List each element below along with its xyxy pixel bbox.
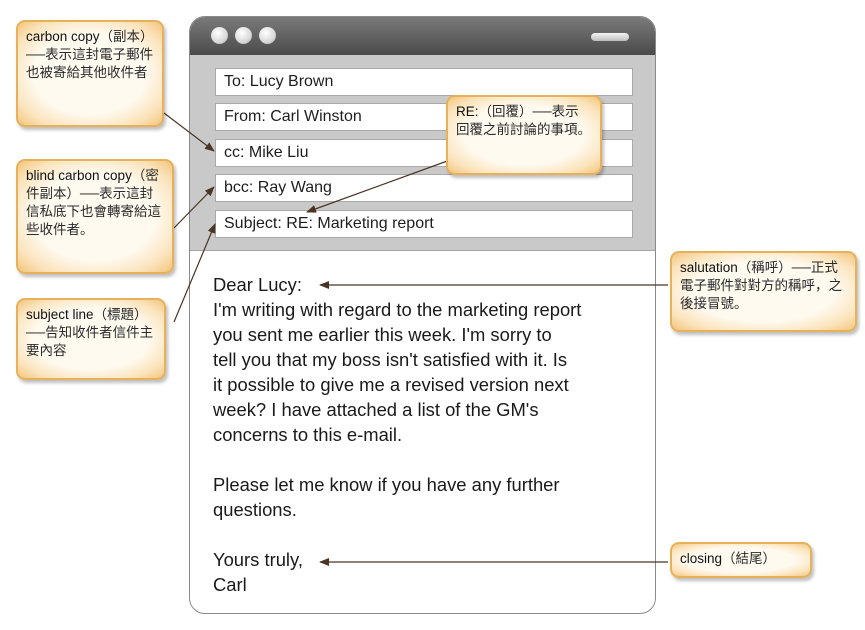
bcc-callout: blind carbon copy（密件副本）──表示這封信私底下也會轉寄給這些… (16, 159, 174, 274)
subject-line-leader (173, 223, 216, 323)
email-anatomy-diagram: To: Lucy Brown From: Carl Winston cc: Mi… (0, 0, 865, 630)
closing-callout: closing（結尾） (670, 542, 812, 578)
carbon-copy-term: carbon copy (26, 29, 100, 44)
subject-line-term: subject line (26, 307, 94, 322)
re-term: RE: (456, 104, 479, 119)
carbon-copy-leader (163, 112, 215, 152)
carbon-copy-callout: carbon copy（副本）──表示這封電子郵件也被寄給其他收件者 (16, 20, 164, 127)
subject-line-callout: subject line（標題）──告知收件者信件主要內容 (16, 298, 166, 380)
closing-term: closing (680, 551, 723, 566)
re-callout: RE:（回覆）──表示回覆之前討論的事項。 (446, 95, 602, 175)
bcc-leader (173, 186, 215, 229)
salutation-term: salutation (680, 260, 738, 275)
re-leader (306, 159, 451, 213)
salutation-callout: salutation（稱呼）──正式電子郵件對對方的稱呼，之後接冒號。 (670, 251, 857, 332)
bcc-term: blind carbon copy (26, 168, 132, 183)
closing-note: （結尾） (722, 551, 777, 566)
